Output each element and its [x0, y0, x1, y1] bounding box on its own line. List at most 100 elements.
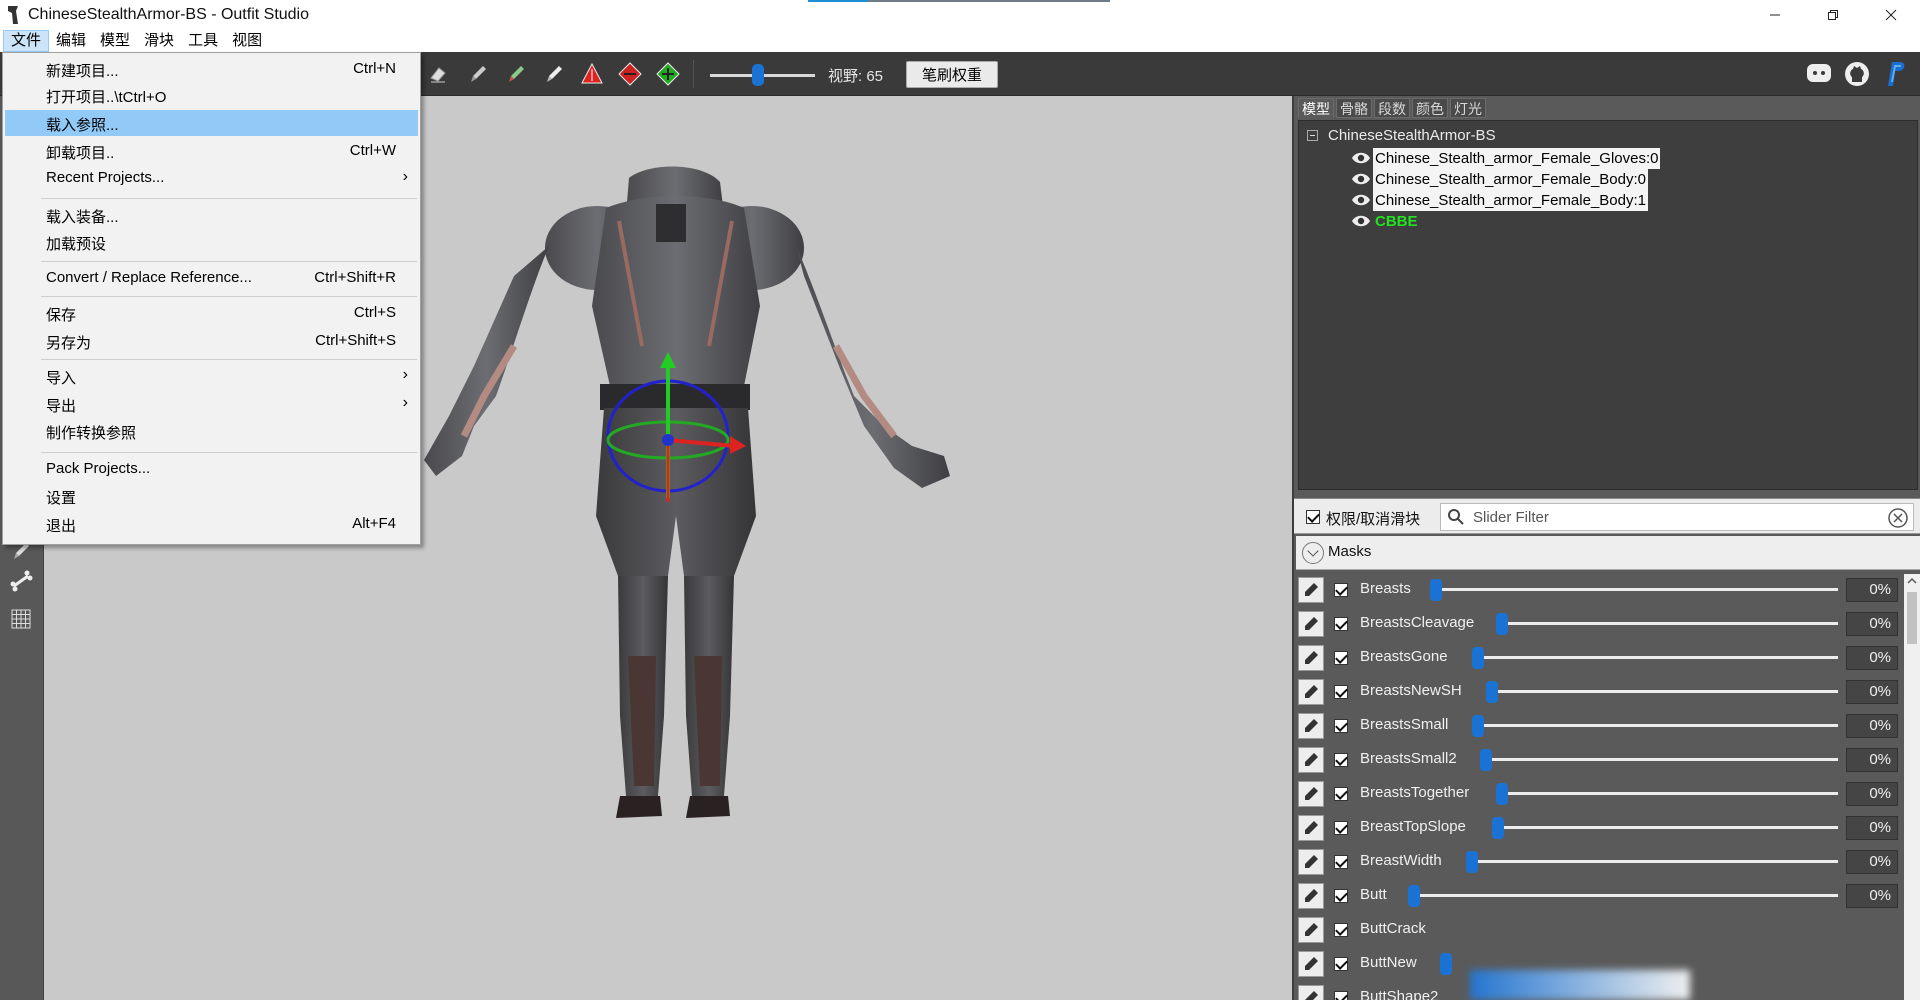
tree-root[interactable]: ChineseStealthArmor-BS	[1307, 127, 1496, 144]
slider-checkbox[interactable]	[1334, 719, 1348, 733]
menu-view[interactable]: 视图	[225, 30, 269, 52]
menu-item-make-conversion-reference[interactable]: 制作转换参照	[5, 418, 418, 444]
bone-icon[interactable]	[6, 566, 36, 596]
collapse-icon[interactable]	[1307, 130, 1318, 141]
fov-slider-thumb[interactable]	[752, 64, 764, 86]
menu-item-open-project[interactable]: 打开项目..\tCtrl+O	[5, 82, 418, 108]
slider-track[interactable]	[1432, 588, 1838, 591]
move-tool-icon[interactable]	[577, 59, 607, 89]
slider-value[interactable]: 0%	[1846, 782, 1898, 806]
minimize-button[interactable]	[1746, 0, 1804, 30]
slider-checkbox[interactable]	[1334, 685, 1348, 699]
menu-file[interactable]: 文件	[3, 30, 50, 52]
tab-segments[interactable]: 段数	[1374, 98, 1410, 118]
rotate-tool-icon[interactable]	[615, 59, 645, 89]
slider-checkbox[interactable]	[1334, 651, 1348, 665]
edit-slider-button[interactable]	[1298, 713, 1324, 739]
close-button[interactable]	[1862, 0, 1920, 30]
edit-slider-button[interactable]	[1298, 849, 1324, 875]
menu-edit[interactable]: 编辑	[49, 30, 93, 52]
slider-value[interactable]: 0%	[1846, 816, 1898, 840]
menu-slider[interactable]: 滑块	[137, 30, 181, 52]
edit-slider-button[interactable]	[1298, 679, 1324, 705]
menu-tools[interactable]: 工具	[181, 30, 225, 52]
slider-track[interactable]	[1474, 656, 1838, 659]
slider-track[interactable]	[1494, 826, 1838, 829]
slider-thumb[interactable]	[1472, 715, 1484, 737]
menu-item-unload-project[interactable]: 卸载项目.. Ctrl+W	[5, 138, 418, 164]
slider-thumb[interactable]	[1466, 851, 1478, 873]
menu-item-pack-projects[interactable]: Pack Projects...	[5, 456, 418, 482]
menu-item-load-reference[interactable]: 载入参照...	[5, 110, 418, 136]
menu-item-export[interactable]: 导出 ›	[5, 391, 418, 417]
menu-item-import[interactable]: 导入 ›	[5, 363, 418, 389]
slider-thumb[interactable]	[1430, 579, 1442, 601]
menu-item-new-project[interactable]: 新建项目... Ctrl+N	[5, 56, 418, 82]
tree-item-reference[interactable]: CBBE	[1351, 210, 1420, 232]
slider-thumb[interactable]	[1408, 885, 1420, 907]
eye-icon[interactable]	[1351, 171, 1371, 187]
tab-bones[interactable]: 骨骼	[1336, 98, 1372, 118]
edit-slider-button[interactable]	[1298, 917, 1324, 943]
edit-slider-button[interactable]	[1298, 747, 1324, 773]
github-icon[interactable]	[1842, 59, 1872, 89]
slider-checkbox[interactable]	[1334, 889, 1348, 903]
slider-checkbox[interactable]	[1334, 753, 1348, 767]
slider-checkbox[interactable]	[1334, 923, 1348, 937]
scrollbar-thumb[interactable]	[1907, 592, 1917, 644]
paypal-icon[interactable]	[1880, 59, 1910, 89]
edit-slider-button[interactable]	[1298, 645, 1324, 671]
menu-item-save[interactable]: 保存 Ctrl+S	[5, 300, 418, 326]
tab-models[interactable]: 模型	[1298, 98, 1334, 118]
menu-model[interactable]: 模型	[93, 30, 137, 52]
tab-colors[interactable]: 颜色	[1412, 98, 1448, 118]
menu-item-exit[interactable]: 退出 Alt+F4	[5, 511, 418, 537]
slider-value[interactable]: 0%	[1846, 680, 1898, 704]
slider-track[interactable]	[1468, 860, 1838, 863]
menu-item-load-outfit[interactable]: 载入装备...	[5, 202, 418, 228]
menu-item-convert-reference[interactable]: Convert / Replace Reference... Ctrl+Shif…	[5, 265, 418, 291]
slider-thumb[interactable]	[1440, 953, 1452, 975]
slider-track[interactable]	[1488, 690, 1838, 693]
slider-checkbox[interactable]	[1334, 583, 1348, 597]
eye-icon[interactable]	[1351, 192, 1371, 208]
toggle-sliders-checkbox[interactable]	[1306, 510, 1320, 524]
smooth-brush-icon[interactable]	[539, 59, 569, 89]
slider-value[interactable]: 0%	[1846, 884, 1898, 908]
tab-lights[interactable]: 灯光	[1450, 98, 1486, 118]
brush-weight-button[interactable]: 笔刷权重	[906, 61, 998, 88]
menu-item-recent-projects[interactable]: Recent Projects... ›	[5, 165, 418, 191]
tree-item-body-1[interactable]: Chinese_Stealth_armor_Female_Body:1	[1351, 189, 1648, 211]
tree-item-body-0[interactable]: Chinese_Stealth_armor_Female_Body:0	[1351, 168, 1648, 190]
slider-thumb[interactable]	[1486, 681, 1498, 703]
edit-slider-button[interactable]	[1298, 577, 1324, 603]
slider-track[interactable]	[1498, 792, 1838, 795]
color-brush-icon[interactable]	[501, 59, 531, 89]
edit-slider-button[interactable]	[1298, 815, 1324, 841]
brush-icon[interactable]	[463, 59, 493, 89]
discord-icon[interactable]	[1804, 59, 1834, 89]
slider-track[interactable]	[1410, 894, 1838, 897]
slider-checkbox[interactable]	[1334, 855, 1348, 869]
slider-track[interactable]	[1474, 724, 1838, 727]
chevron-down-icon[interactable]	[1302, 542, 1324, 564]
slider-thumb[interactable]	[1496, 783, 1508, 805]
slider-track[interactable]	[1482, 758, 1838, 761]
clear-icon[interactable]	[1888, 508, 1908, 528]
slider-thumb[interactable]	[1492, 817, 1504, 839]
grid-icon[interactable]	[6, 604, 36, 634]
slider-value[interactable]: 0%	[1846, 646, 1898, 670]
slider-value[interactable]: 0%	[1846, 748, 1898, 772]
slider-checkbox[interactable]	[1334, 991, 1348, 1000]
tree-item-gloves[interactable]: Chinese_Stealth_armor_Female_Gloves:0	[1351, 147, 1661, 169]
edit-slider-button[interactable]	[1298, 985, 1324, 1000]
menu-item-settings[interactable]: 设置	[5, 483, 418, 509]
slider-value[interactable]: 0%	[1846, 578, 1898, 602]
edit-slider-button[interactable]	[1298, 883, 1324, 909]
scroll-up-icon[interactable]	[1907, 576, 1917, 586]
eye-icon[interactable]	[1351, 150, 1371, 166]
edit-slider-button[interactable]	[1298, 951, 1324, 977]
slider-thumb[interactable]	[1480, 749, 1492, 771]
slider-filter-input[interactable]: Slider Filter	[1440, 503, 1914, 531]
masks-section-header[interactable]: Masks	[1296, 536, 1920, 570]
